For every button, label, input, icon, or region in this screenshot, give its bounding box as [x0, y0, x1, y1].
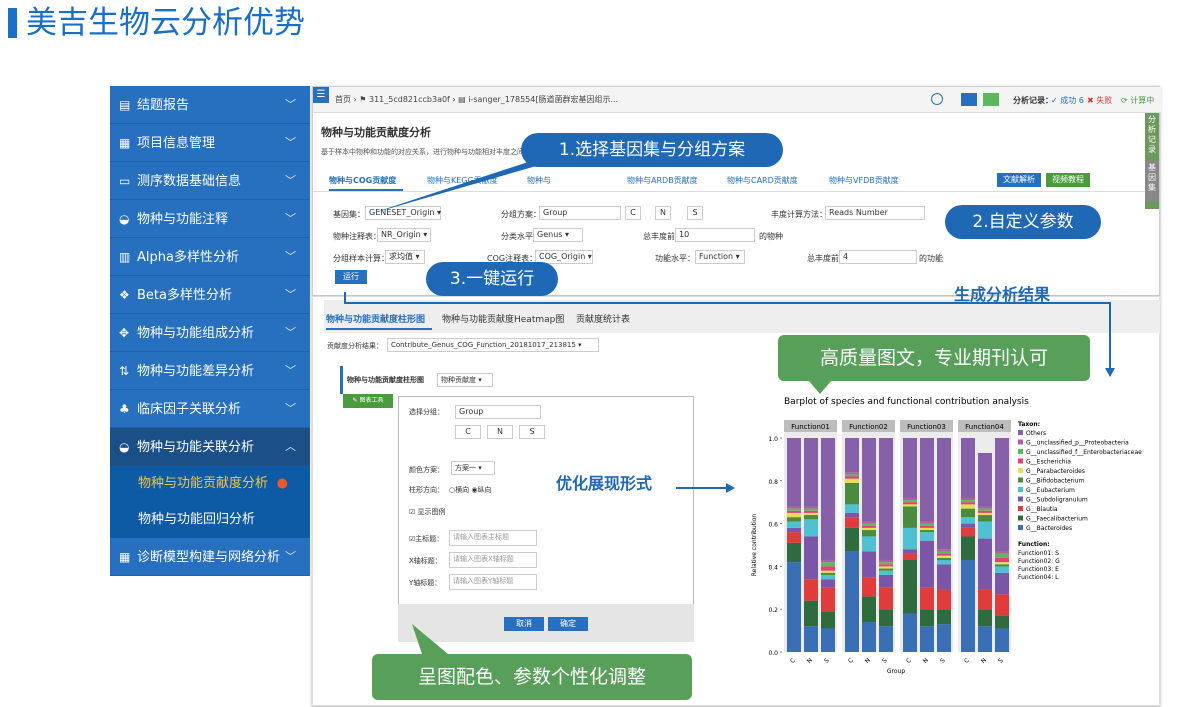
quality-callout-pointer — [808, 380, 832, 394]
result-label: 生成分析结果 — [954, 285, 1051, 304]
customize-callout: 呈图配色、参数个性化调整 — [372, 654, 692, 700]
customize-callout-pointer — [412, 624, 448, 654]
optimize-label: 优化展现形式 — [556, 474, 653, 493]
callout-step1: 1.选择基因集与分组方案 — [521, 133, 783, 167]
quality-callout: 高质量图文，专业期刊认可 — [778, 335, 1090, 381]
callout-step2: 2.自定义参数 — [945, 205, 1101, 239]
callout-step3: 3.一键运行 — [426, 262, 558, 296]
callout-step1-pointer — [370, 162, 550, 214]
